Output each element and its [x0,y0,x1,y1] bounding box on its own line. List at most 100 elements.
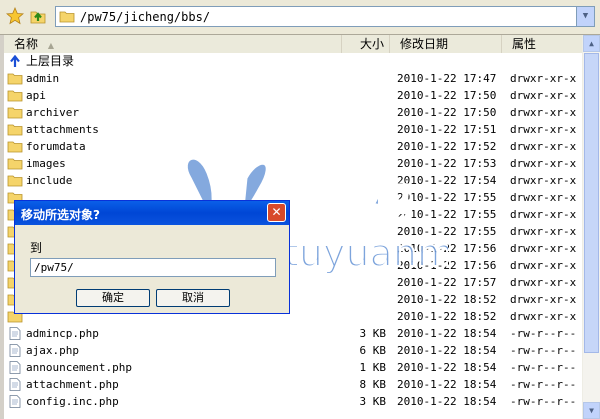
column-attr[interactable]: 属性 [502,35,582,53]
up-directory-row[interactable]: 上层目录 [4,53,582,70]
folder-row[interactable]: archiver 2010-1-22 17:50 drwxr-xr-x [4,104,582,121]
file-attr: -rw-r--r-- [510,361,577,374]
file-attr: drwxr-xr-x [510,89,577,102]
file-date: 2010-1-22 17:55 [397,208,497,221]
file-attr: drwxr-xr-x [510,242,577,255]
file-attr: drwxr-xr-x [510,140,577,153]
folder-row[interactable]: include 2010-1-22 17:54 drwxr-xr-x [4,172,582,189]
file-attr: drwxr-xr-x [510,191,577,204]
file-name: api [26,89,46,102]
file-name: archiver [26,106,79,119]
file-name: forumdata [26,140,86,153]
folder-icon [7,123,23,136]
file-attr: drwxr-xr-x [510,225,577,238]
file-row[interactable]: announcement.php 1 KB 2010-1-22 18:54 -rw-r… [4,359,582,376]
file-row[interactable]: attachment.php 8 KB 2010-1-22 18:54 -rw-r--… [4,376,582,393]
folder-icon [7,157,23,170]
target-label: 到 [30,241,43,255]
folder-icon [7,89,23,102]
toolbar: /pw75/jicheng/bbs/ ▼ [0,0,600,35]
file-attr: drwxr-xr-x [510,310,577,323]
file-attr: drwxr-xr-x [510,106,577,119]
file-row[interactable]: ajax.php 6 KB 2010-1-22 18:54 -rw-r--r-- [4,342,582,359]
file-name: include [26,174,73,187]
file-date: 2010-1-22 17:55 [397,191,497,204]
folder-icon [7,106,23,119]
file-date: 2010-1-22 18:52 [397,310,497,323]
file-size: 1 KB [359,361,387,374]
file-date: 2010-1-22 18:54 [397,327,497,340]
file-name: attachment.php [26,378,119,391]
file-icon [7,327,23,340]
file-size: 3 KB [359,327,387,340]
file-attr: drwxr-xr-x [510,72,577,85]
folder-row[interactable]: forumdata 2010-1-22 17:52 drwxr-xr-x [4,138,582,155]
star-icon[interactable] [5,6,25,25]
path-text: /pw75/jicheng/bbs/ [80,10,211,24]
file-attr: drwxr-xr-x [510,276,577,289]
file-name: attachments [26,123,99,136]
file-date: 2010-1-22 17:55 [397,225,497,238]
folder-icon [7,140,23,153]
vertical-scrollbar[interactable]: ▲ ▼ [582,35,600,419]
folder-row[interactable]: admin 2010-1-22 17:47 drwxr-xr-x [4,70,582,87]
move-dialog: 移动所选对象? ✕ 到 /pw75/ 确定 取消 [14,200,290,314]
dialog-title: 移动所选对象? [21,208,100,222]
column-date[interactable]: 修改日期 [390,35,502,53]
file-size: 6 KB [359,344,387,357]
file-attr: drwxr-xr-x [510,259,577,272]
file-attr: drwxr-xr-x [510,157,577,170]
target-path-input[interactable]: /pw75/ [30,258,276,277]
ok-button[interactable]: 确定 [76,289,150,307]
scroll-up-icon[interactable]: ▲ [583,35,600,52]
file-attr: -rw-r--r-- [510,378,577,391]
file-name: images [26,157,66,170]
file-attr: drwxr-xr-x [510,174,577,187]
file-name: admin [26,72,60,85]
up-arrow-icon [7,54,23,68]
file-size: 8 KB [359,378,387,391]
up-directory-label: 上层目录 [26,54,75,68]
file-attr: -rw-r--r-- [510,344,577,357]
file-attr: -rw-r--r-- [510,395,577,408]
cancel-button[interactable]: 取消 [156,289,230,307]
file-date: 2010-1-22 17:53 [397,157,497,170]
file-date: 2010-1-22 18:52 [397,293,497,306]
dialog-titlebar[interactable]: 移动所选对象? ✕ [15,201,289,225]
folder-row[interactable]: images 2010-1-22 17:53 drwxr-xr-x [4,155,582,172]
up-folder-icon[interactable] [29,7,47,25]
path-field[interactable]: /pw75/jicheng/bbs/ ▼ [55,6,595,27]
folder-icon [7,174,23,187]
column-name[interactable]: 名称 ▲ [4,35,342,53]
file-date: 2010-1-22 17:47 [397,72,497,85]
file-row[interactable]: admincp.php 3 KB 2010-1-22 18:54 -rw-r--r-- [4,325,582,342]
folder-row[interactable]: api 2010-1-22 17:50 drwxr-xr-x [4,87,582,104]
sort-up-icon: ▲ [47,41,54,50]
folder-icon [59,10,75,26]
scroll-down-icon[interactable]: ▼ [583,402,600,419]
scroll-thumb[interactable] [584,53,599,353]
file-date: 2010-1-22 17:56 [397,242,497,255]
close-icon[interactable]: ✕ [267,203,286,222]
file-name: ajax.php [26,344,79,357]
file-attr: -rw-r--r-- [510,327,577,340]
file-icon [7,344,23,357]
chevron-down-icon[interactable]: ▼ [576,7,594,26]
file-attr: drwxr-xr-x [510,123,577,136]
file-date: 2010-1-22 17:50 [397,106,497,119]
file-row[interactable]: config.inc.php 3 KB 2010-1-22 18:54 -rw-r--… [4,393,582,410]
file-attr: drwxr-xr-x [510,208,577,221]
column-size[interactable]: 大小 [342,35,390,53]
file-icon [7,361,23,374]
file-date: 2010-1-22 18:54 [397,344,497,357]
file-date: 2010-1-22 17:50 [397,89,497,102]
file-date: 2010-1-22 17:57 [397,276,497,289]
column-attr-label: 属性 [512,37,537,51]
file-icon [7,378,23,391]
file-name: announcement.php [26,361,132,374]
file-name: admincp.php [26,327,99,340]
folder-row[interactable]: attachments 2010-1-22 17:51 drwxr-xr-x [4,121,582,138]
column-date-label: 修改日期 [400,37,449,51]
file-name: config.inc.php [26,395,119,408]
file-attr: drwxr-xr-x [510,293,577,306]
